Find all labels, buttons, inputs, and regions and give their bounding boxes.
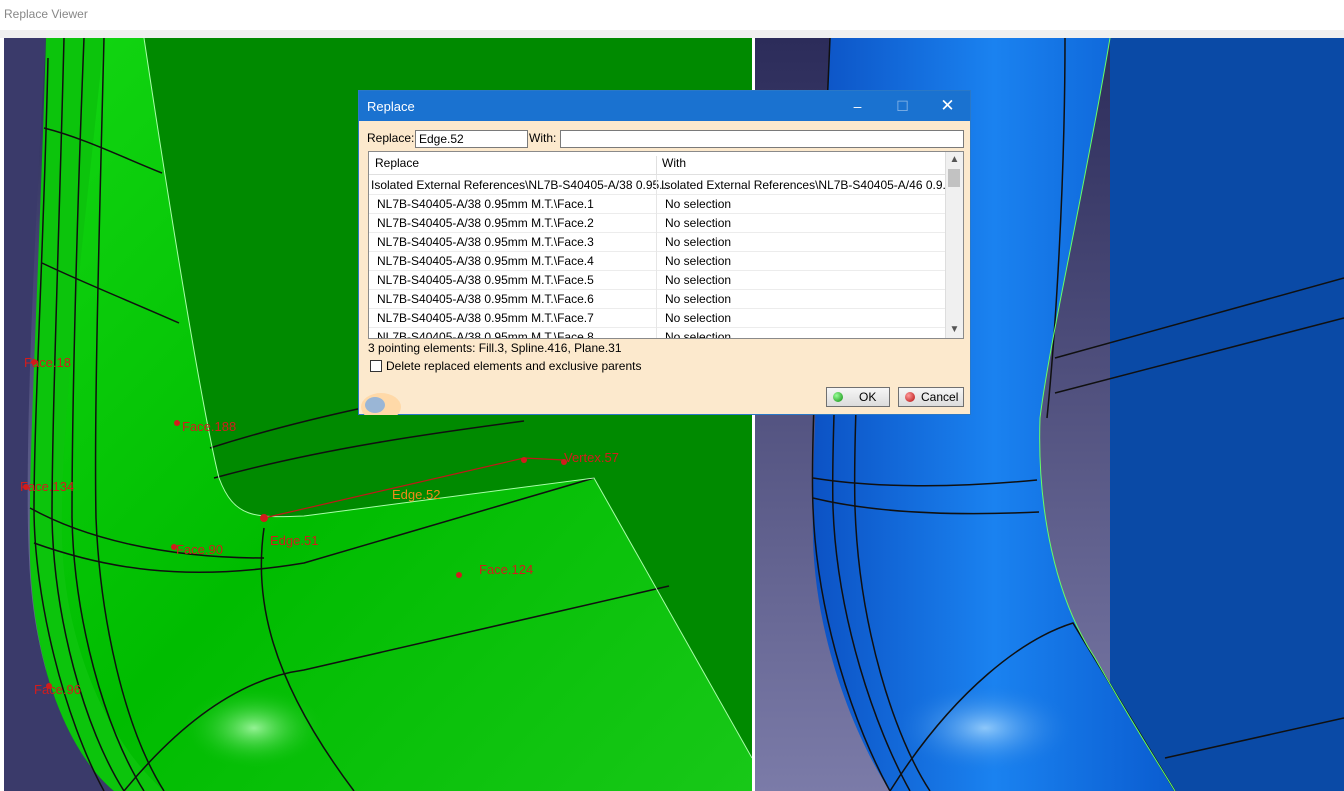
face-label: Face.134	[20, 479, 75, 494]
row-with-cell: No selection	[665, 311, 732, 325]
table-row[interactable]: Isolated External References\NL7B-S40405…	[369, 175, 953, 195]
cancel-button[interactable]: Cancel	[898, 387, 964, 407]
face-label: Face.18	[24, 355, 71, 370]
table-scrollbar[interactable]: ▲ ▼	[945, 152, 963, 338]
table-row[interactable]: NL7B-S40405-A/38 0.95mm M.T.\Face.1 No s…	[369, 194, 945, 214]
row-with-cell: No selection	[665, 273, 732, 287]
with-field[interactable]	[560, 130, 964, 148]
row-replace-cell: NL7B-S40405-A/38 0.95mm M.T.\Face.4	[377, 254, 594, 268]
pointing-elements-info: 3 pointing elements: Fill.3, Spline.416,…	[368, 341, 622, 355]
dialog-title-bar[interactable]: Replace – ☐ ✕	[359, 91, 970, 121]
delete-replaced-label[interactable]: Delete replaced elements and exclusive p…	[386, 359, 641, 373]
ok-icon	[833, 392, 843, 402]
scroll-down-icon[interactable]: ▼	[946, 322, 963, 338]
replace-dialog: Replace – ☐ ✕ Replace: Edge.52 With: Rep…	[358, 90, 971, 415]
viewer-divider	[0, 30, 1344, 38]
row-replace-cell: Isolated External References\NL7B-S40405…	[371, 178, 670, 192]
row-replace-cell: NL7B-S40405-A/38 0.95mm M.T.\Face.1	[377, 197, 594, 211]
column-header-replace[interactable]: Replace	[375, 156, 419, 170]
ok-button-label: OK	[859, 390, 877, 404]
row-replace-cell: NL7B-S40405-A/38 0.95mm M.T.\Face.8	[377, 330, 594, 339]
column-header-with[interactable]: With	[662, 156, 686, 170]
row-replace-cell: NL7B-S40405-A/38 0.95mm M.T.\Face.7	[377, 311, 594, 325]
row-replace-cell: NL7B-S40405-A/38 0.95mm M.T.\Face.6	[377, 292, 594, 306]
edge-label: Edge.51	[270, 533, 319, 548]
close-icon[interactable]: ✕	[925, 91, 970, 121]
scroll-thumb[interactable]	[948, 169, 960, 187]
row-with-cell: Isolated External References\NL7B-S40405…	[661, 178, 953, 192]
table-header: Replace With	[369, 152, 945, 178]
cancel-button-label: Cancel	[921, 390, 959, 404]
dialog-title: Replace	[367, 99, 415, 114]
replace-table[interactable]: Replace With Isolated External Reference…	[368, 151, 964, 339]
table-row[interactable]: NL7B-S40405-A/38 0.95mm M.T.\Face.4 No s…	[369, 251, 945, 271]
face-label: Face.90	[176, 542, 223, 557]
dialog-decor-icon	[361, 393, 401, 415]
minimize-icon[interactable]: –	[835, 91, 880, 121]
table-row[interactable]: NL7B-S40405-A/38 0.95mm M.T.\Face.8 No s…	[369, 327, 945, 339]
row-with-cell: No selection	[665, 197, 732, 211]
scroll-up-icon[interactable]: ▲	[946, 152, 963, 168]
row-replace-cell: NL7B-S40405-A/38 0.95mm M.T.\Face.5	[377, 273, 594, 287]
table-row[interactable]: NL7B-S40405-A/38 0.95mm M.T.\Face.5 No s…	[369, 270, 945, 290]
row-with-cell: No selection	[665, 330, 732, 339]
row-with-cell: No selection	[665, 216, 732, 230]
vertex-label: Vertex.57	[564, 450, 619, 465]
row-replace-cell: NL7B-S40405-A/38 0.95mm M.T.\Face.3	[377, 235, 594, 249]
table-row[interactable]: NL7B-S40405-A/38 0.95mm M.T.\Face.7 No s…	[369, 308, 945, 328]
cancel-icon	[905, 392, 915, 402]
app-title: Replace Viewer	[4, 7, 88, 21]
ok-button[interactable]: OK	[826, 387, 890, 407]
face-label: Face.96	[34, 682, 81, 697]
row-with-cell: No selection	[665, 292, 732, 306]
table-row[interactable]: NL7B-S40405-A/38 0.95mm M.T.\Face.2 No s…	[369, 213, 945, 233]
replace-field[interactable]: Edge.52	[415, 130, 528, 148]
with-label: With:	[529, 131, 557, 145]
table-row[interactable]: NL7B-S40405-A/38 0.95mm M.T.\Face.3 No s…	[369, 232, 945, 252]
row-with-cell: No selection	[665, 235, 732, 249]
face-label: Face.124	[479, 562, 534, 577]
replace-label: Replace:	[367, 131, 415, 145]
maximize-icon[interactable]: ☐	[880, 91, 925, 121]
row-with-cell: No selection	[665, 254, 732, 268]
edge-label-selected: Edge.52	[392, 487, 441, 502]
row-replace-cell: NL7B-S40405-A/38 0.95mm M.T.\Face.2	[377, 216, 594, 230]
delete-replaced-checkbox[interactable]	[370, 360, 382, 372]
face-label: Face.188	[182, 419, 237, 434]
table-row[interactable]: NL7B-S40405-A/38 0.95mm M.T.\Face.6 No s…	[369, 289, 945, 309]
app-title-bar: Replace Viewer	[0, 0, 1344, 30]
